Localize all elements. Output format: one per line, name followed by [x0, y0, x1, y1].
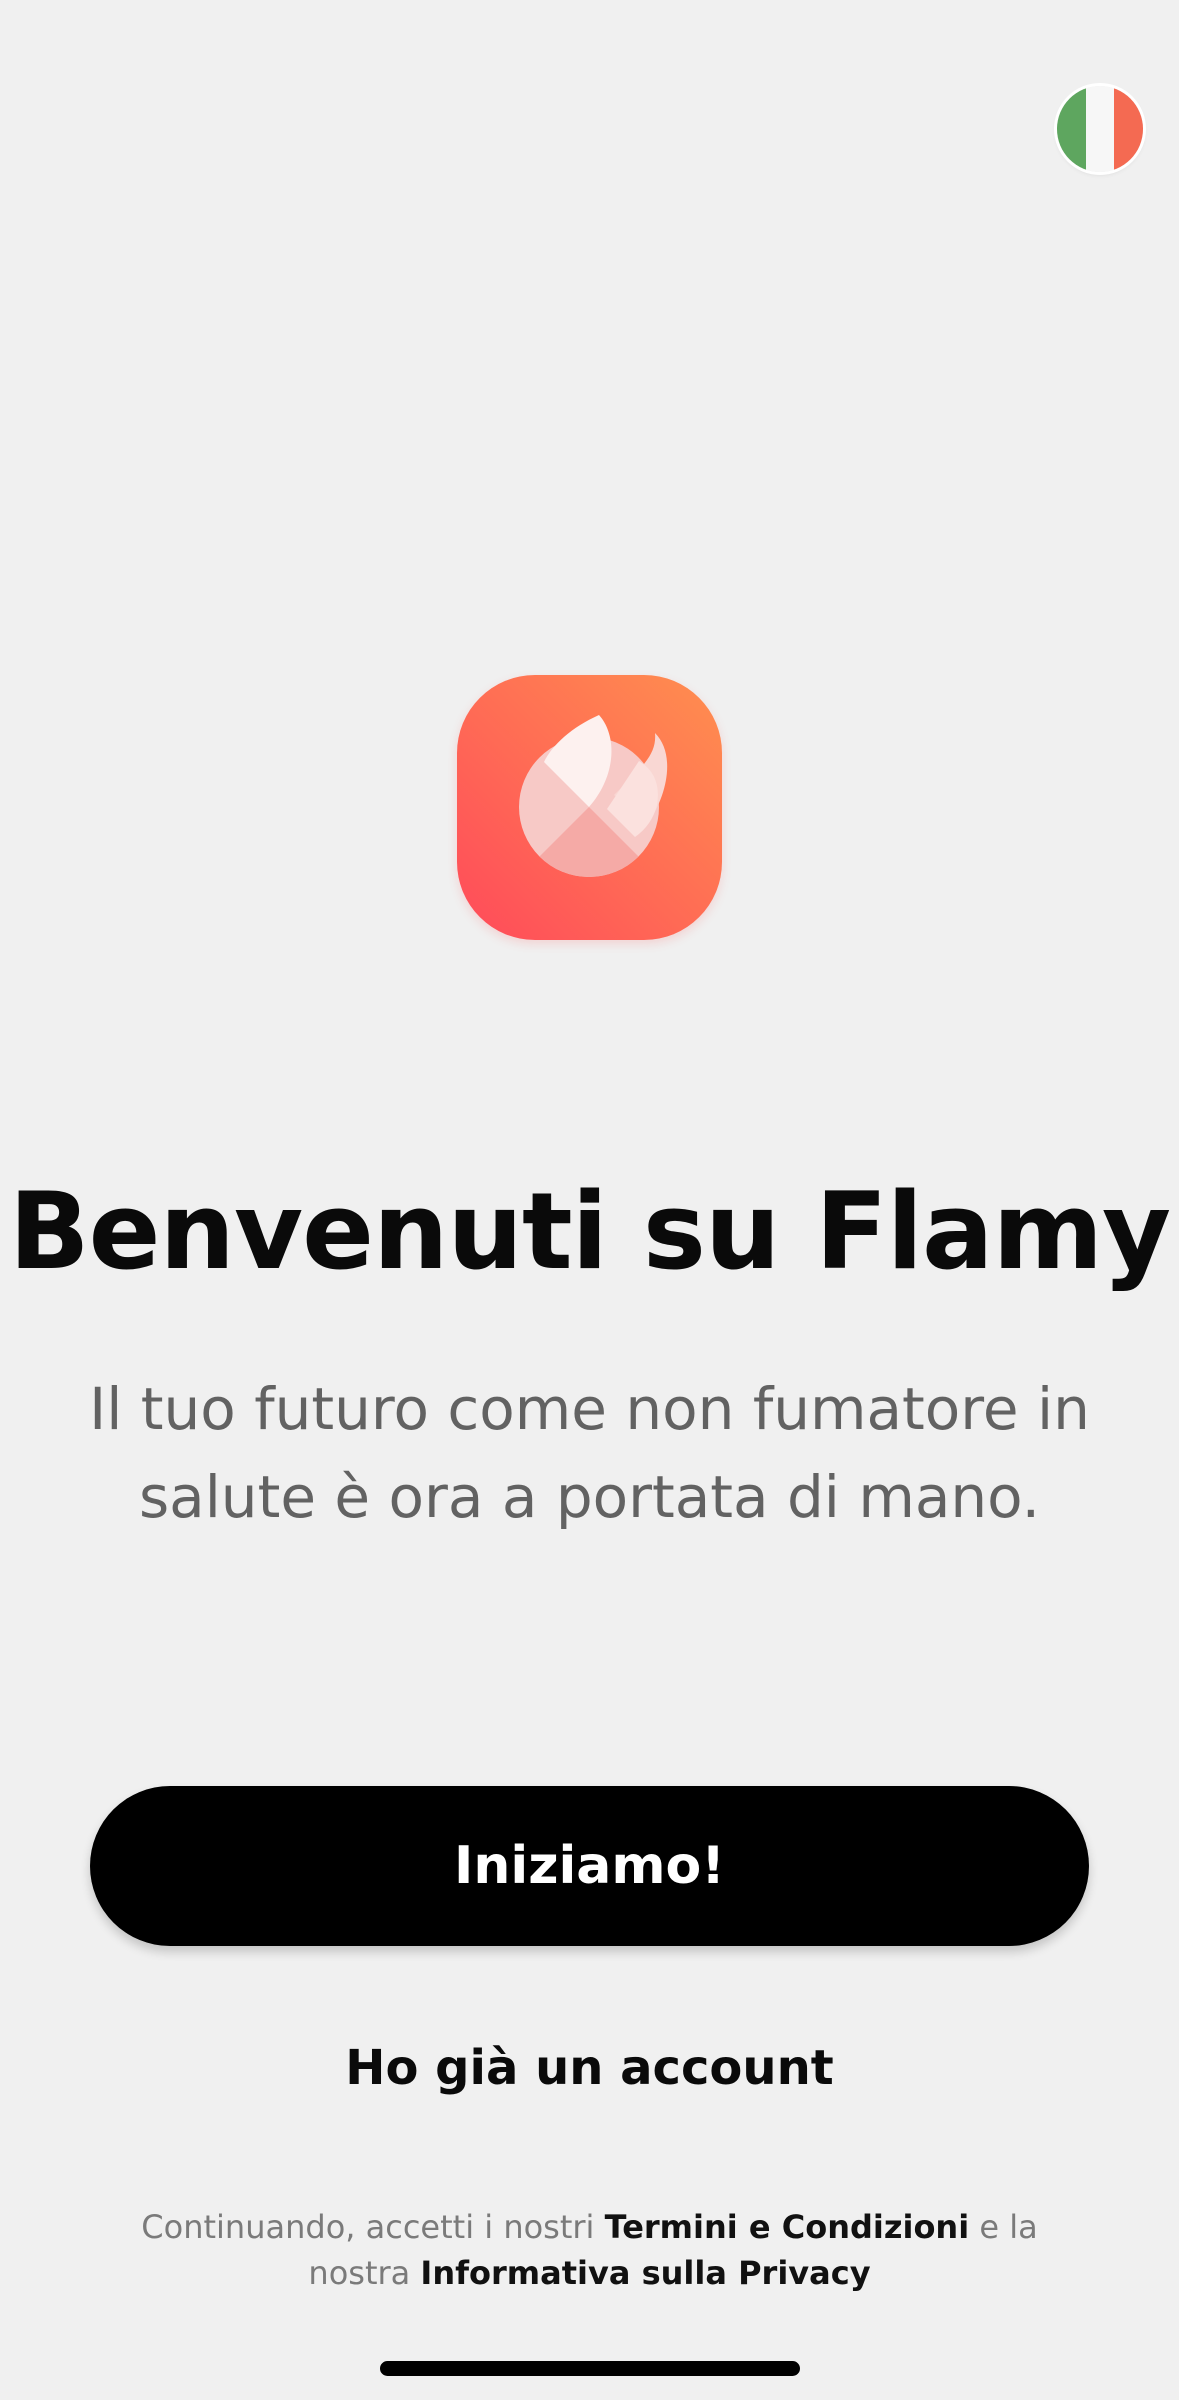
terms-link[interactable]: Termini e Condizioni	[605, 2208, 970, 2246]
home-indicator[interactable]	[380, 2361, 800, 2376]
legal-prefix: Continuando, accetti i nostri	[141, 2208, 595, 2246]
welcome-subtitle: Il tuo futuro come non fumatore in salut…	[89, 1375, 1090, 1531]
app-logo	[457, 675, 722, 940]
privacy-link[interactable]: Informativa sulla Privacy	[420, 2254, 870, 2292]
start-button[interactable]: Iniziamo!	[90, 1786, 1089, 1946]
welcome-title: Benvenuti su Flamy	[8, 1170, 1171, 1293]
legal-notice: Continuando, accetti i nostri Termini e …	[90, 2204, 1089, 2296]
flag-stripe-green	[1057, 86, 1086, 172]
flag-stripe-white	[1085, 86, 1115, 172]
language-flag-button[interactable]	[1057, 86, 1143, 172]
flame-icon	[519, 715, 668, 877]
flag-stripe-red	[1114, 86, 1143, 172]
login-link[interactable]: Ho già un account	[0, 2040, 1179, 2096]
